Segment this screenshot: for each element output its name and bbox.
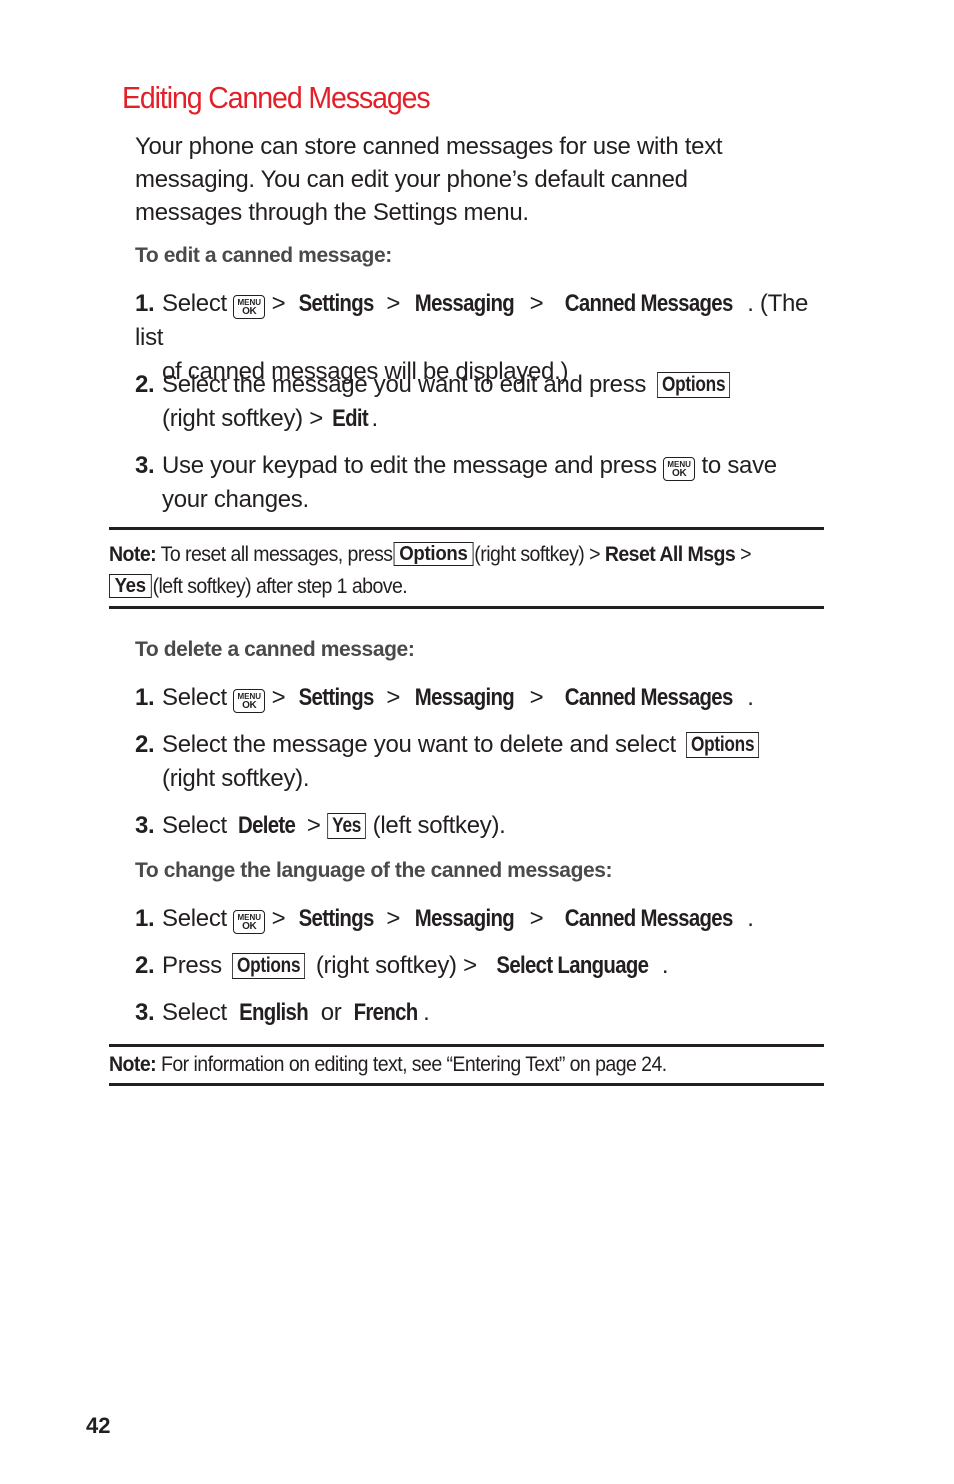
menu-path-canned-messages: Canned Messages (564, 905, 733, 932)
note-entering-text: Note: For information on editing text, s… (109, 1049, 779, 1081)
step-text: . (423, 999, 430, 1026)
edit-heading: To edit a canned message: (135, 244, 392, 267)
divider (109, 606, 824, 609)
options-softkey-icon: Options (686, 732, 760, 758)
note-text: To reset all messages, press (160, 543, 393, 566)
options-softkey-icon: Options (393, 542, 474, 566)
divider (109, 1083, 824, 1086)
menu-ok-key-icon: MENU OK (233, 910, 266, 934)
step-number: 3. (135, 999, 155, 1026)
step-text: Select (162, 999, 227, 1026)
step-text: (right softkey) > (315, 952, 477, 979)
step-text: Use your keypad to edit the message and … (162, 452, 657, 479)
step-continuation: your changes. (162, 486, 309, 513)
menu-path-messaging: Messaging (415, 905, 515, 932)
step-number: 3. (135, 452, 155, 479)
language-step-1: 1. Select MENU OK > Settings > Messaging >… (135, 902, 835, 936)
menu-ok-key-icon: MENU OK (663, 457, 696, 481)
options-softkey-icon: Options (232, 953, 306, 979)
note-text: > (740, 543, 751, 566)
step-number: 2. (135, 731, 155, 758)
language-heading: To change the language of the canned mes… (135, 859, 613, 882)
step-number: 1. (135, 684, 155, 711)
menu-path-messaging: Messaging (415, 684, 515, 711)
yes-softkey-icon: Yes (327, 813, 367, 839)
page-title: Editing Canned Messages (122, 80, 431, 115)
note-text: (right softkey) > (474, 543, 600, 566)
step-number: 1. (135, 290, 155, 317)
note-text: For information on editing text, see “En… (161, 1053, 667, 1076)
menu-path-messaging: Messaging (415, 290, 515, 317)
step-text: Select (162, 905, 227, 932)
step-number: 1. (135, 905, 155, 932)
menu-path-delete: Delete (238, 812, 296, 839)
step-text: Select the message you want to edit and … (162, 371, 647, 398)
note-text: (left softkey) after step 1 above. (152, 575, 408, 598)
step-text: Select (162, 290, 227, 317)
ok-label: OK (242, 921, 257, 932)
menu-path-canned-messages: Canned Messages (564, 684, 733, 711)
step-text: Press (162, 952, 222, 979)
step-text: to save (701, 452, 778, 479)
language-step-3: 3. Select English or French. (135, 996, 835, 1030)
edit-step-3: 3. Use your keypad to edit the message an… (135, 449, 835, 517)
step-number: 2. (135, 371, 155, 398)
step-text: Select (162, 684, 227, 711)
divider (109, 527, 824, 530)
ok-label: OK (242, 306, 257, 317)
menu-path-edit: Edit (332, 405, 370, 432)
yes-softkey-icon: Yes (109, 574, 152, 598)
step-text: or (320, 999, 342, 1026)
menu-path-select-language: Select Language (496, 952, 650, 979)
step-number: 2. (135, 952, 155, 979)
step-text: Select the message you want to delete an… (162, 731, 676, 758)
step-text: . (747, 684, 754, 711)
step-text: . (371, 405, 378, 432)
edit-step-2: 2. Select the message you want to edit an… (135, 368, 835, 436)
menu-path-canned-messages: Canned Messages (564, 290, 733, 317)
delete-step-2: 2. Select the message you want to delete … (135, 728, 835, 796)
note-label: Note: (109, 1053, 157, 1076)
step-text: (left softkey). (372, 812, 506, 839)
note-reset-messages: Note: To reset all messages, press Optio… (109, 539, 779, 603)
delete-step-1: 1. Select MENU OK > Settings > Messaging >… (135, 681, 835, 715)
menu-path-settings: Settings (298, 684, 374, 711)
ok-label: OK (671, 468, 687, 479)
language-step-2: 2. Press Options (right softkey) > Select… (135, 949, 835, 983)
delete-heading: To delete a canned message: (135, 638, 415, 661)
menu-ok-key-icon: MENU OK (233, 689, 266, 713)
step-number: 3. (135, 812, 155, 839)
menu-path-settings: Settings (298, 290, 374, 317)
step-continuation: (right softkey). (162, 765, 310, 792)
menu-path-reset-all-msgs: Reset All Msgs (604, 543, 736, 566)
step-text: (right softkey) > (162, 405, 323, 432)
menu-path-settings: Settings (298, 905, 374, 932)
options-softkey-icon: Options (656, 372, 730, 398)
menu-ok-key-icon: MENU OK (233, 295, 266, 319)
step-text: . (661, 952, 669, 979)
note-label: Note: (109, 543, 157, 566)
ok-label: OK (242, 700, 257, 711)
intro-paragraph: Your phone can store canned messages for… (135, 133, 723, 226)
step-continuation: (right softkey) > Edit. (135, 402, 835, 436)
step-text: . (747, 905, 754, 932)
page-number: 42 (86, 1413, 111, 1438)
step-text: Select (162, 812, 227, 839)
divider (109, 1044, 824, 1047)
option-english: English (239, 999, 309, 1026)
delete-step-3: 3. Select Delete > Yes (left softkey). (135, 809, 835, 843)
option-french: French (353, 999, 419, 1026)
